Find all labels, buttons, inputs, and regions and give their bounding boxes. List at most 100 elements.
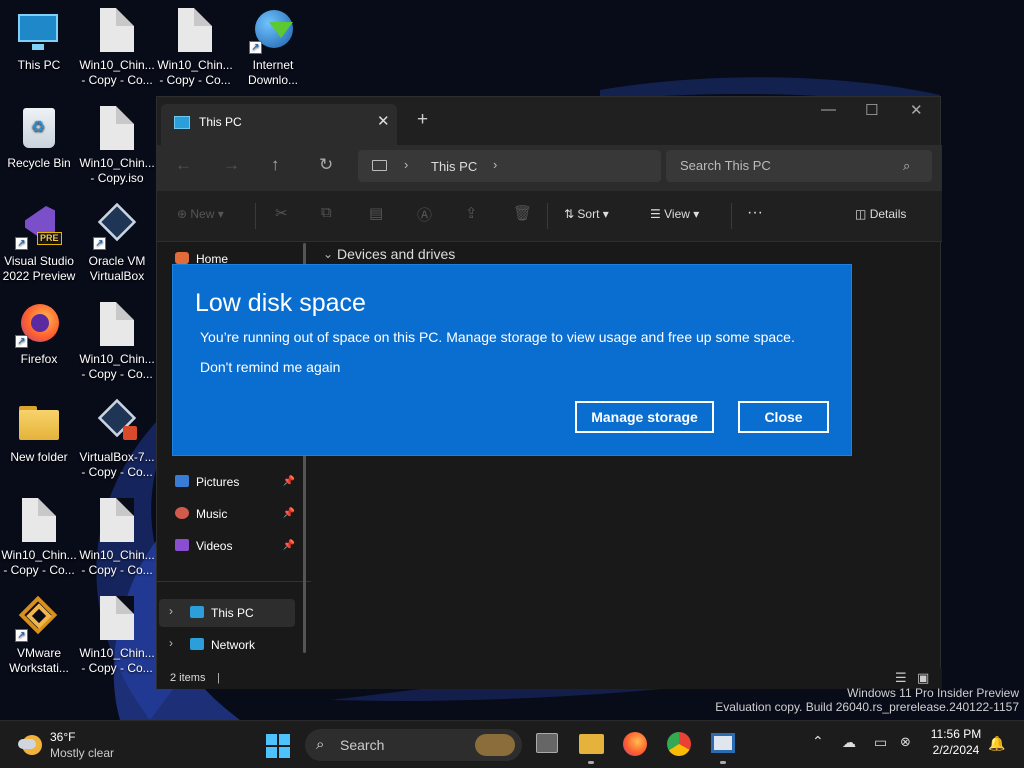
nav-item-pictures[interactable]: Pictures 📌	[175, 468, 295, 496]
command-bar: ⊕ New ▾ ✂ ⧉ ▤ Ⓐ ⇪ 🗑 ⇅ Sort ▾ ☰ View ▾ ··…	[157, 191, 942, 242]
clock[interactable]: 11:56 PM 2/2/2024	[928, 727, 984, 757]
details-button-label: Details	[869, 207, 907, 221]
taskbar: 36°F Mostly clear ⌕ Search ⌃ ☁ ▭ ⊗ 11:56…	[0, 720, 1024, 768]
app-taskbar-icon[interactable]	[711, 733, 735, 753]
desktop-icon-label: New folder	[10, 450, 68, 464]
pictures-icon	[175, 475, 189, 487]
virtualbox-icon: ↗	[93, 202, 141, 250]
close-window-icon[interactable]: ✕	[910, 101, 923, 119]
chrome-taskbar-icon[interactable]	[667, 732, 691, 756]
desktop-icon-label: Win10_Chin... - Copy - Co...	[79, 58, 155, 87]
share-icon[interactable]: ⇪	[465, 204, 478, 222]
forward-arrow-icon[interactable]: →	[223, 155, 240, 175]
nav-item-network[interactable]: Network	[190, 631, 310, 659]
desktop-icon-file[interactable]: Win10_Chin... - Copy - Co...	[78, 498, 156, 578]
minimize-icon[interactable]: —	[821, 101, 836, 118]
toolbar-divider	[547, 203, 548, 229]
desktop-icon-label: Internet Downlo...	[247, 58, 299, 87]
nav-item-this-pc[interactable]: This PC	[190, 599, 310, 627]
cloud-icon	[18, 739, 36, 749]
network-icon[interactable]: ▭	[874, 734, 887, 751]
desktop-icon-visual-studio[interactable]: PRE ↗ Visual Studio 2022 Preview	[0, 204, 78, 284]
file-explorer-taskbar-icon[interactable]	[579, 734, 604, 754]
volume-muted-icon[interactable]: ⊗	[900, 734, 911, 750]
dont-remind-link[interactable]: Don't remind me again	[200, 359, 340, 375]
rename-icon[interactable]: Ⓐ	[417, 204, 432, 225]
close-button[interactable]: Close	[738, 401, 829, 433]
maximize-icon[interactable]: ☐	[865, 101, 878, 119]
address-bar[interactable]: › This PC ›	[358, 150, 661, 182]
desktop-icon-virtualbox-installer[interactable]: VirtualBox-7... - Copy - Co...	[78, 398, 156, 480]
details-view-icon[interactable]: ☰	[895, 670, 907, 686]
expand-chevron-icon[interactable]: ›	[169, 604, 173, 618]
desktop-icon-this-pc[interactable]: This PC	[0, 8, 78, 73]
toolbar-divider	[255, 203, 256, 229]
nav-item-label: Network	[211, 638, 256, 652]
pin-icon: 📌	[282, 540, 295, 551]
desktop-icon-firefox[interactable]: ↗ Firefox	[0, 302, 78, 367]
desktop-icon-file[interactable]: Win10_Chin... - Copy - Co...	[78, 302, 156, 382]
copy-icon[interactable]: ⧉	[321, 204, 332, 221]
file-icon	[15, 498, 63, 544]
preview-badge: PRE	[37, 232, 62, 245]
paste-icon[interactable]: ▤	[369, 204, 383, 222]
windows-logo-tile	[279, 747, 290, 758]
desktop-icon-label: Oracle VM VirtualBox	[88, 254, 146, 283]
tiles-view-icon[interactable]: ▣	[917, 670, 929, 686]
visual-studio-icon: PRE ↗	[15, 204, 63, 250]
desktop-icon-label: Visual Studio 2022 Preview	[2, 254, 76, 283]
shortcut-arrow-icon: ↗	[93, 237, 106, 250]
desktop-icon-file[interactable]: Win10_Chin... - Copy - Co...	[78, 596, 156, 676]
cut-icon[interactable]: ✂	[275, 204, 288, 222]
new-tab-button[interactable]: +	[417, 109, 428, 131]
running-indicator	[720, 761, 726, 764]
firefox-taskbar-icon[interactable]	[623, 732, 647, 756]
recycle-bin-icon: ♻	[15, 106, 63, 152]
expand-chevron-icon[interactable]: ›	[169, 636, 173, 650]
monitor-icon	[174, 116, 190, 129]
show-hidden-icons-chevron-icon[interactable]: ⌃	[812, 733, 824, 750]
nav-item-videos[interactable]: Videos 📌	[175, 532, 295, 560]
tab-this-pc[interactable]: This PC ✕	[161, 104, 397, 145]
nav-item-music[interactable]: Music 📌	[175, 500, 295, 528]
view-button[interactable]: ☰ View ▾	[650, 207, 699, 221]
group-header-devices-and-drives[interactable]: Devices and drives	[337, 246, 455, 262]
collapse-chevron-icon[interactable]: ⌄	[323, 247, 333, 261]
search-highlight-icon	[475, 734, 515, 756]
desktop-icon-virtualbox[interactable]: ↗ Oracle VM VirtualBox	[78, 202, 156, 284]
notification-bell-icon[interactable]: 🔔	[988, 735, 1005, 752]
desktop-icon-file[interactable]: Win10_Chin... - Copy - Co...	[156, 8, 234, 88]
desktop-icon-label: Win10_Chin... - Copy - Co...	[1, 548, 77, 577]
desktop-icon-file[interactable]: Win10_Chin... - Copy - Co...	[78, 8, 156, 88]
new-button[interactable]: ⊕ New ▾	[177, 207, 224, 221]
refresh-icon[interactable]: ↻	[319, 155, 333, 175]
up-arrow-icon[interactable]: ↑	[271, 155, 280, 175]
desktop-icon-internet-download-manager[interactable]: ↗ Internet Downlo...	[234, 8, 312, 88]
pin-icon: 📌	[282, 476, 295, 487]
shortcut-arrow-icon: ↗	[249, 41, 262, 54]
desktop-icon-label: Win10_Chin... - Copy - Co...	[157, 58, 233, 87]
taskbar-search-box[interactable]: ⌕ Search	[305, 729, 522, 761]
desktop-icon-file[interactable]: Win10_Chin... - Copy.iso	[78, 106, 156, 186]
breadcrumb-this-pc[interactable]: This PC	[431, 159, 477, 174]
tab-close-icon[interactable]: ✕	[377, 112, 390, 130]
desktop-icon-new-folder[interactable]: New folder	[0, 400, 78, 465]
sort-button[interactable]: ⇅ Sort ▾	[564, 207, 609, 221]
desktop-icon-label: VMware Workstati...	[9, 646, 69, 675]
delete-icon[interactable]: 🗑	[513, 204, 532, 222]
onedrive-offline-icon[interactable]: ☁	[842, 734, 856, 751]
desktop-icon-file[interactable]: Win10_Chin... - Copy - Co...	[0, 498, 78, 578]
breadcrumb-separator-icon: ›	[404, 157, 409, 172]
weather-widget[interactable]: 36°F Mostly clear	[18, 729, 188, 763]
search-field[interactable]: Search This PC	[666, 150, 932, 182]
clock-date: 2/2/2024	[932, 743, 980, 757]
more-options-button[interactable]: ···	[747, 204, 763, 222]
manage-storage-button[interactable]: Manage storage	[575, 401, 714, 433]
details-pane-button[interactable]: ◫ Details	[855, 207, 906, 221]
task-view-icon[interactable]	[536, 733, 558, 753]
desktop-icon-vmware[interactable]: ↗ VMware Workstati...	[0, 595, 78, 676]
start-button[interactable]	[266, 734, 290, 758]
pin-icon: 📌	[282, 508, 295, 519]
back-arrow-icon[interactable]: ←	[175, 155, 192, 175]
desktop-icon-recycle-bin[interactable]: ♻ Recycle Bin	[0, 106, 78, 171]
